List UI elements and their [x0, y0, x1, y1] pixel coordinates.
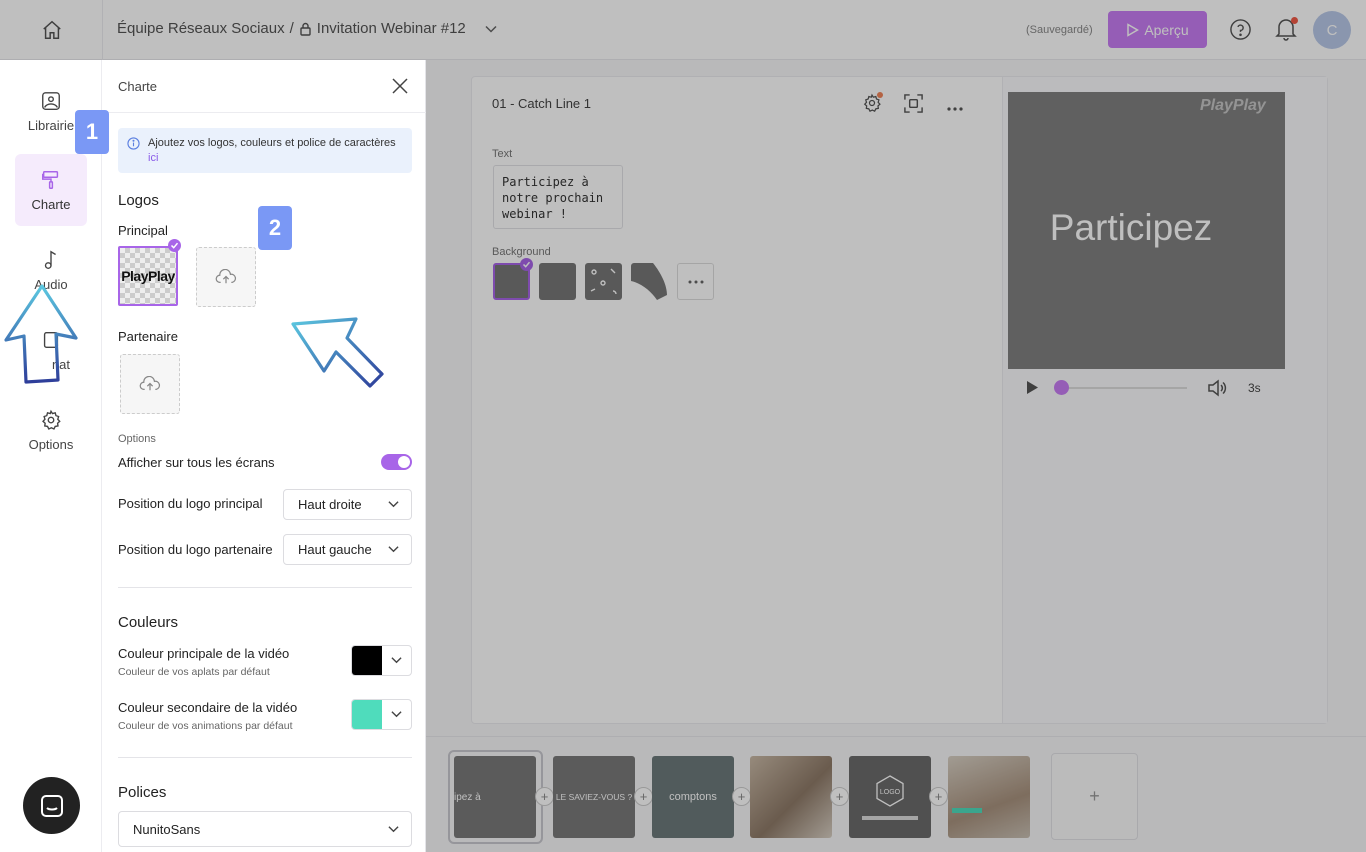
- secondary-color-picker[interactable]: [351, 699, 412, 730]
- options-label: Options: [118, 433, 156, 445]
- left-rail: Librairie Charte Audio nat Options: [0, 60, 102, 852]
- principal-logo-text: PlayPlay: [121, 268, 175, 284]
- gear-icon: [42, 409, 61, 430]
- info-text: Ajoutez vos logos, couleurs et police de…: [148, 137, 396, 149]
- upload-partner-logo-button[interactable]: [120, 354, 180, 414]
- rail-item-charte[interactable]: Charte: [15, 154, 87, 226]
- principal-logo[interactable]: PlayPlay: [118, 246, 178, 306]
- paint-roller-icon: [42, 170, 59, 189]
- primary-color-title: Couleur principale de la vidéo: [118, 646, 290, 661]
- info-icon: [127, 137, 140, 155]
- section-divider: [118, 757, 412, 758]
- chevron-down-icon: [388, 546, 399, 553]
- partenaire-label: Partenaire: [118, 329, 178, 344]
- secondary-color-title: Couleur secondaire de la vidéo: [118, 700, 298, 715]
- partner-position-label: Position du logo partenaire: [118, 542, 273, 557]
- upload-principal-logo-button[interactable]: [196, 247, 256, 307]
- secondary-color-subtitle: Couleur de vos animations par défaut: [118, 720, 293, 732]
- cloud-upload-icon: [139, 376, 160, 391]
- charte-panel: Charte Ajoutez vos logos, couleurs et po…: [102, 60, 426, 852]
- logos-section-title: Logos: [118, 192, 159, 209]
- principal-label: Principal: [118, 223, 168, 238]
- close-panel-button[interactable]: [390, 76, 410, 101]
- partner-position-value: Haut gauche: [298, 542, 372, 557]
- secondary-color-swatch: [352, 700, 382, 729]
- rail-item-label: Options: [28, 436, 74, 452]
- primary-color-swatch: [352, 646, 382, 675]
- close-icon: [392, 78, 408, 94]
- panel-header: Charte: [102, 60, 426, 113]
- font-value: NunitoSans: [133, 821, 201, 837]
- primary-color-picker[interactable]: [351, 645, 412, 676]
- chevron-down-icon: [391, 657, 402, 664]
- rail-item-options[interactable]: Options: [15, 394, 87, 466]
- partner-position-select[interactable]: Haut gauche: [283, 534, 412, 565]
- chat-launcher-button[interactable]: [23, 777, 80, 834]
- show-all-screens-toggle[interactable]: [381, 454, 412, 470]
- info-link[interactable]: ici: [148, 152, 158, 164]
- panel-title: Charte: [118, 79, 158, 94]
- rail-item-label: Charte: [31, 196, 71, 212]
- dim-overlay-main: [426, 60, 1366, 852]
- cloud-upload-icon: [215, 269, 236, 284]
- principal-position-label: Position du logo principal: [118, 496, 263, 511]
- chat-icon: [40, 794, 63, 817]
- rail-item-label: Librairie: [27, 117, 75, 133]
- tutorial-step-2-badge: 2: [258, 206, 292, 250]
- chevron-down-icon: [391, 711, 402, 718]
- principal-position-select[interactable]: Haut droite: [283, 489, 412, 520]
- dim-overlay-top: [0, 0, 1366, 60]
- polices-section-title: Polices: [118, 784, 167, 801]
- primary-color-subtitle: Couleur de vos aplats par défaut: [118, 666, 270, 678]
- chevron-down-icon: [388, 826, 399, 833]
- info-banner: Ajoutez vos logos, couleurs et police de…: [118, 128, 412, 173]
- section-divider: [118, 587, 412, 588]
- principal-position-value: Haut droite: [298, 497, 362, 512]
- tutorial-arrow-diagonal-icon: [291, 317, 384, 388]
- couleurs-section-title: Couleurs: [118, 614, 179, 631]
- selected-check-icon: [168, 239, 181, 252]
- image-icon: [42, 91, 60, 110]
- font-select[interactable]: NunitoSans: [118, 811, 412, 847]
- music-note-icon: [44, 250, 56, 269]
- chevron-down-icon: [388, 501, 399, 508]
- tutorial-step-1-badge: 1: [75, 110, 109, 154]
- tutorial-arrow-up-icon: [4, 284, 78, 384]
- show-all-screens-label: Afficher sur tous les écrans: [118, 455, 275, 470]
